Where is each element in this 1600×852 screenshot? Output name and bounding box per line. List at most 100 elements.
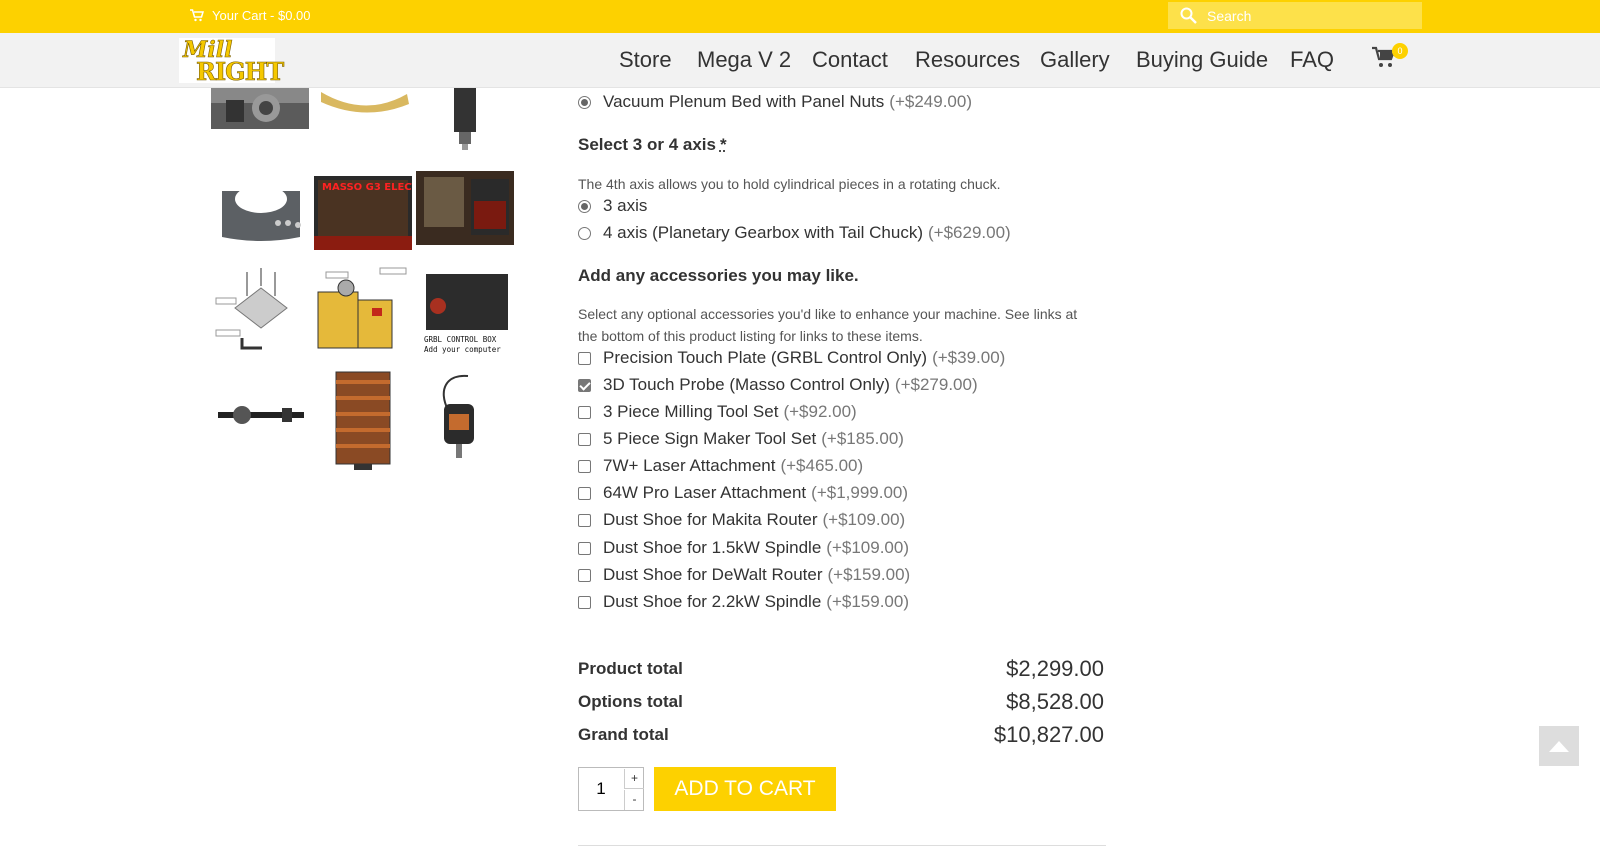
accessory-label: Dust Shoe for DeWalt Router — [603, 565, 823, 584]
quantity-input[interactable]: 1 — [579, 779, 623, 799]
accessory-row[interactable]: Dust Shoe for DeWalt Router (+$159.00) — [578, 564, 910, 586]
main-nav-bar: Mill RIGHT Store Mega V 2 Contact Resour… — [0, 33, 1600, 88]
accessory-price: (+$465.00) — [780, 456, 864, 475]
search-box[interactable] — [1168, 2, 1422, 29]
vacuum-plenum-radio[interactable] — [578, 95, 591, 109]
thumbnail-grbl-box[interactable]: GRBL CONTROL BOX Add your computer — [416, 268, 514, 356]
accessory-price: (+$92.00) — [783, 402, 857, 421]
accessory-label: 3D Touch Probe (Masso Control Only) — [603, 375, 890, 394]
accessory-row[interactable]: 3D Touch Probe (Masso Control Only) (+$2… — [578, 374, 978, 396]
nav-item-gallery[interactable]: Gallery — [1040, 47, 1110, 73]
thumbnail-electronics-install[interactable] — [416, 171, 514, 245]
nav-menu: Store Mega V 2 Contact Resources Gallery… — [0, 47, 1600, 77]
add-to-cart-button[interactable]: ADD TO CART — [654, 767, 836, 811]
accessory-checkbox[interactable] — [578, 541, 591, 555]
option-label: Vacuum Plenum Bed with Panel Nuts — [603, 92, 885, 111]
scroll-to-top-button[interactable] — [1539, 726, 1579, 766]
accessory-price: (+$159.00) — [827, 565, 911, 584]
thumbnail-chuck[interactable] — [211, 88, 309, 129]
thumbnail-electronics[interactable]: MASSO G3 ELECTRONICS — [314, 171, 412, 255]
arrow-up-icon — [1549, 741, 1569, 752]
accessory-price: (+$39.00) — [932, 348, 1006, 367]
accessory-row[interactable]: 7W+ Laser Attachment (+$465.00) — [578, 455, 863, 477]
thumbnail-assembly-diagram[interactable] — [314, 262, 412, 352]
option-price: (+$629.00) — [928, 223, 1011, 242]
option-3-axis[interactable]: 3 axis — [578, 195, 647, 217]
nav-item-faq[interactable]: FAQ — [1290, 47, 1334, 73]
option-4-axis[interactable]: 4 axis (Planetary Gearbox with Tail Chuc… — [578, 222, 1011, 244]
option-vacuum-plenum[interactable]: Vacuum Plenum Bed with Panel Nuts (+$249… — [578, 91, 972, 113]
accessory-row[interactable]: 64W Pro Laser Attachment (+$1,999.00) — [578, 482, 908, 504]
accessory-price: (+$279.00) — [894, 375, 978, 394]
accessories-section-title: Add any accessories you may like. — [578, 266, 859, 285]
accessory-row[interactable]: Dust Shoe for Makita Router (+$109.00) — [578, 509, 905, 531]
accessory-row[interactable]: 3 Piece Milling Tool Set (+$92.00) — [578, 401, 857, 423]
axis-description: The 4th axis allows you to hold cylindri… — [578, 176, 1001, 192]
accessory-row[interactable]: 5 Piece Sign Maker Tool Set (+$185.00) — [578, 428, 904, 450]
accessory-checkbox[interactable] — [578, 568, 591, 582]
accessory-row[interactable]: Dust Shoe for 1.5kW Spindle (+$109.00) — [578, 537, 909, 559]
accessory-price: (+$185.00) — [821, 429, 904, 448]
cart-count-badge: 0 — [1392, 43, 1408, 59]
thumbnail-grbl-caption-1: GRBL CONTROL BOX — [424, 335, 497, 344]
quantity-increase-button[interactable]: + — [624, 769, 644, 789]
thumbnail-vacuum-diagram[interactable] — [212, 268, 310, 352]
accessory-label: Dust Shoe for 1.5kW Spindle — [603, 538, 822, 557]
nav-item-resources[interactable]: Resources — [915, 47, 1020, 73]
cart-icon — [190, 9, 204, 22]
grand-total-value: $10,827.00 — [993, 722, 1104, 747]
nav-item-contact[interactable]: Contact — [812, 47, 888, 73]
accessory-price: (+$159.00) — [826, 592, 909, 611]
accessory-checkbox[interactable] — [578, 351, 591, 365]
quantity-stepper[interactable]: 1 + - — [578, 767, 644, 811]
options-total-value: $8,528.00 — [1006, 689, 1104, 714]
accessory-label: 5 Piece Sign Maker Tool Set — [603, 429, 817, 448]
axis-3-radio[interactable] — [578, 199, 591, 213]
option-label: 4 axis (Planetary Gearbox with Tail Chuc… — [603, 223, 923, 242]
accessory-checkbox[interactable] — [578, 378, 591, 392]
thumbnail-rotary-axis[interactable] — [212, 382, 310, 452]
accessory-checkbox[interactable] — [578, 595, 591, 609]
thumbnail-electronics-caption: MASSO G3 ELECTRONICS — [322, 182, 412, 193]
options-total-label: Options total — [578, 692, 683, 711]
accessories-description: Select any optional accessories you'd li… — [578, 306, 1078, 344]
content-divider — [578, 845, 1106, 846]
option-price: (+$249.00) — [889, 92, 972, 111]
accessory-checkbox[interactable] — [578, 459, 591, 473]
nav-item-store[interactable]: Store — [619, 47, 672, 73]
topbar-cart-label: Your Cart - $0.00 — [212, 8, 311, 23]
accessory-checkbox[interactable] — [578, 486, 591, 500]
option-label: 3 axis — [603, 196, 648, 215]
grand-total-row: Grand total $10,827.00 — [578, 722, 1104, 748]
accessory-label: Precision Touch Plate (GRBL Control Only… — [603, 348, 928, 367]
accessory-label: Dust Shoe for 2.2kW Spindle — [603, 592, 822, 611]
thumbnail-bracket[interactable] — [317, 88, 415, 120]
accessory-row[interactable]: Precision Touch Plate (GRBL Control Only… — [578, 347, 1005, 369]
options-total-row: Options total $8,528.00 — [578, 689, 1104, 715]
accessory-checkbox[interactable] — [578, 432, 591, 446]
accessory-row[interactable]: Dust Shoe for 2.2kW Spindle (+$159.00) — [578, 591, 909, 613]
product-total-value: $2,299.00 — [1006, 656, 1104, 681]
nav-item-mega-v2[interactable]: Mega V 2 — [697, 47, 791, 73]
thumbnail-laser-module[interactable] — [330, 368, 396, 472]
thumbnail-mount[interactable] — [212, 171, 310, 255]
accessory-price: (+$109.00) — [826, 538, 909, 557]
accessory-checkbox[interactable] — [578, 405, 591, 419]
search-input[interactable] — [1207, 7, 1407, 24]
accessory-label: 7W+ Laser Attachment — [603, 456, 776, 475]
axis-4-radio[interactable] — [578, 226, 591, 240]
thumbnail-grbl-caption-2: Add your computer — [424, 345, 501, 354]
topbar-cart-link[interactable]: Your Cart - $0.00 — [190, 8, 311, 23]
accessory-checkbox[interactable] — [578, 513, 591, 527]
grand-total-label: Grand total — [578, 725, 669, 744]
nav-cart-button[interactable]: 0 — [1372, 43, 1408, 70]
search-icon — [1180, 7, 1197, 24]
top-bar: Your Cart - $0.00 — [0, 0, 1600, 33]
product-total-row: Product total $2,299.00 — [578, 656, 1104, 682]
thumbnail-spindle[interactable] — [440, 88, 490, 150]
quantity-decrease-button[interactable]: - — [624, 790, 644, 810]
accessory-price: (+$1,999.00) — [811, 483, 909, 502]
nav-item-buying-guide[interactable]: Buying Guide — [1136, 47, 1268, 73]
thumbnail-touch-probe[interactable] — [418, 368, 488, 460]
product-total-label: Product total — [578, 659, 683, 678]
